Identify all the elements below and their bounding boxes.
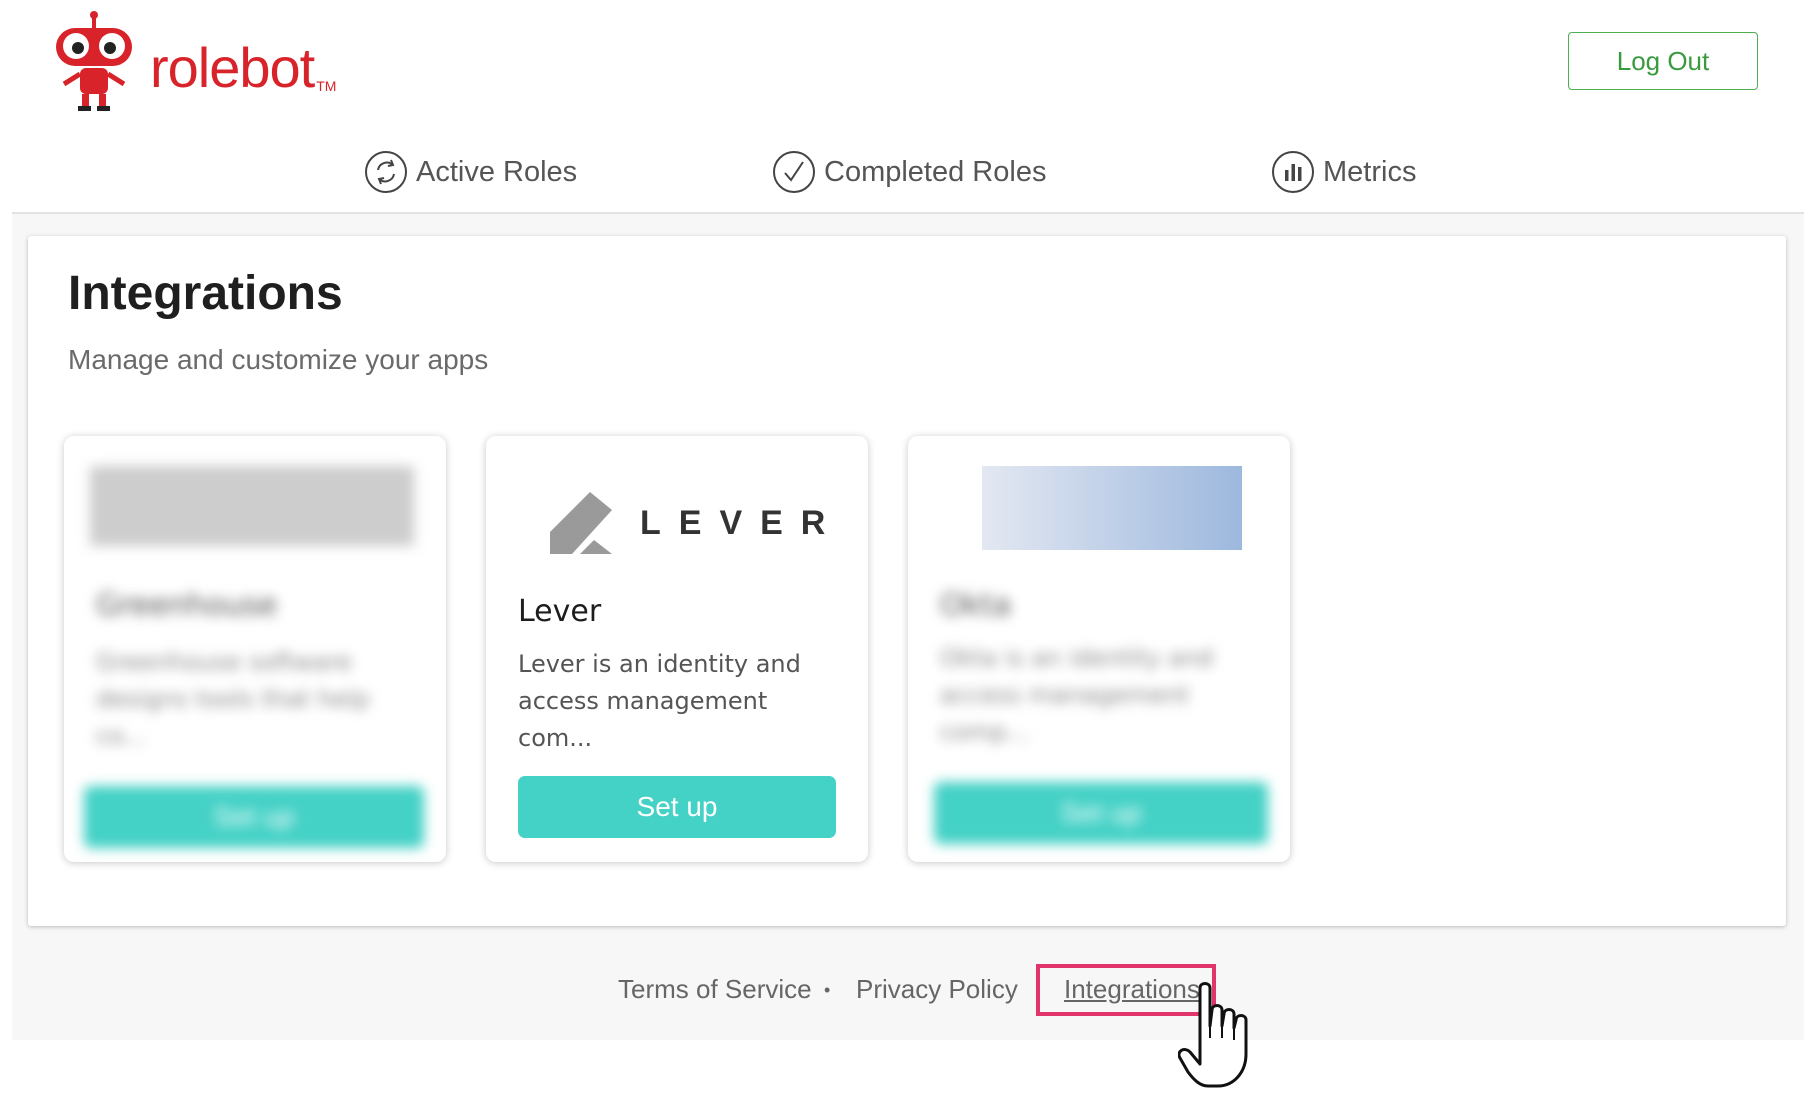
greenhouse-logo	[90, 466, 414, 546]
setup-button[interactable]: Set up	[934, 782, 1268, 844]
logout-button[interactable]: Log Out	[1568, 32, 1758, 90]
page-subtitle: Manage and customize your apps	[68, 344, 489, 375]
setup-button[interactable]: Set up	[84, 786, 424, 848]
main-nav: Active Roles Completed Roles Metrics	[0, 150, 1812, 200]
nav-item-active-roles[interactable]: Active Roles	[364, 150, 577, 194]
lever-logo: LEVER	[550, 492, 843, 554]
setup-button[interactable]: Set up	[518, 776, 836, 838]
refresh-circle-icon	[365, 151, 407, 193]
rolebot-logo[interactable]: rolebot TM	[52, 10, 336, 114]
nav-item-completed-roles[interactable]: Completed Roles	[772, 150, 1046, 194]
integration-card-greenhouse: Greenhouse Greenhouse software designs t…	[64, 436, 446, 862]
brand-name: rolebot	[150, 36, 315, 99]
robot-mascot-icon	[56, 11, 132, 111]
card-description: Greenhouse software designs tools that h…	[96, 648, 370, 750]
nav-label: Completed Roles	[824, 155, 1047, 188]
page-title: Integrations	[68, 267, 343, 320]
okta-logo	[982, 466, 1242, 550]
footer: Terms of Service • Privacy Policy Integr…	[0, 974, 1812, 1014]
card-name: Greenhouse	[96, 588, 278, 623]
bar-chart-circle-icon	[1272, 151, 1314, 193]
nav-item-metrics[interactable]: Metrics	[1271, 150, 1416, 194]
terms-link[interactable]: Terms of Service	[618, 974, 812, 1005]
card-name: Okta	[940, 588, 1012, 623]
lever-wordmark: LEVER	[640, 503, 844, 542]
trademark: TM	[316, 78, 337, 94]
footer-separator: •	[824, 980, 831, 1000]
card-name: Lever	[518, 594, 602, 629]
card-description: Lever is an identity and access manageme…	[518, 650, 801, 752]
lever-mark-icon	[550, 492, 612, 554]
nav-label: Active Roles	[416, 155, 578, 188]
integration-card-okta: Okta Okta is an identity and access mana…	[908, 436, 1290, 862]
nav-label: Metrics	[1323, 155, 1417, 188]
privacy-link[interactable]: Privacy Policy	[856, 974, 1018, 1005]
check-circle-icon	[773, 151, 815, 193]
hand-pointer-icon	[1178, 982, 1248, 1088]
integration-card-lever: LEVER Lever Lever is an identity and acc…	[486, 436, 868, 862]
card-description: Okta is an identity and access managemen…	[940, 644, 1214, 746]
